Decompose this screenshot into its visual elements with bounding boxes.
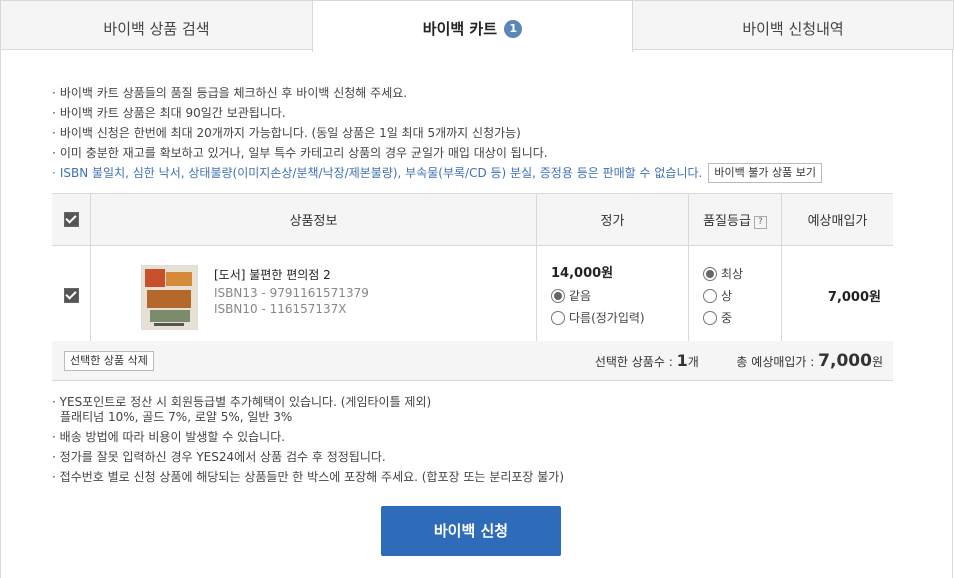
grade-option-fair[interactable]: 중 [703, 307, 780, 329]
panel-border-left [0, 50, 1, 578]
total-estimate-value: 7,000 [818, 351, 872, 371]
product-info-cell: [도서] 불편한 편의점 2 ISBN13 - 9791161571379 IS… [90, 245, 537, 346]
tab-label: 바이백 상품 검색 [103, 20, 210, 38]
notice-item: · 이미 충분한 재고를 확보하고 있거나, 일부 특수 카테고리 상품의 경우 … [52, 146, 548, 160]
radio-icon[interactable] [703, 289, 717, 303]
tab-buyback-cart[interactable]: 바이백 카트 1 [312, 0, 633, 52]
header-price: 정가 [536, 193, 689, 246]
header-checkbox-cell [52, 193, 91, 246]
header-estimate: 예상매입가 [781, 193, 893, 246]
price-option-different[interactable]: 다름(정가입력) [551, 307, 687, 329]
selected-count-label: 선택한 상품수 : [594, 355, 673, 369]
note-item: · 접수번호 별로 신청 상품에 해당되는 상품들만 한 박스에 포장해 주세요… [52, 470, 565, 484]
product-details: [도서] 불편한 편의점 2 ISBN13 - 9791161571379 IS… [214, 265, 369, 317]
radio-icon[interactable] [551, 289, 565, 303]
cart-table: 상품정보 정가 품질등급? 예상매입가 [도서] 불편한 편의점 2 ISBN1… [52, 193, 893, 346]
summary-totals: 선택한 상품수 : 1개 총 예상매입가 : 7,000원 [595, 341, 883, 380]
tab-label: 바이백 카트 [422, 20, 497, 38]
grade-option-best[interactable]: 최상 [703, 263, 780, 285]
grade-cell: 최상 상 중 [688, 245, 782, 346]
row-select-checkbox[interactable] [63, 288, 79, 303]
book-cover-image[interactable] [141, 265, 198, 330]
cart-count-badge: 1 [504, 20, 523, 38]
total-estimate-label: 총 예상매입가 : [736, 355, 815, 369]
radio-icon[interactable] [703, 311, 717, 325]
price-option-same[interactable]: 같음 [551, 285, 687, 307]
selected-count-unit: 개 [687, 355, 699, 369]
view-ineligible-products-button[interactable]: 바이백 불가 상품 보기 [708, 163, 822, 183]
row-checkbox-cell [52, 245, 91, 346]
panel-border-right [952, 50, 953, 578]
buyback-submit-button[interactable]: 바이백 신청 [381, 506, 561, 556]
tab-bar: 바이백 상품 검색 바이백 카트 1 바이백 신청내역 [0, 0, 954, 52]
isbn10: ISBN10 - 116157137X [214, 302, 347, 316]
price-cell: 14,000원 같음 다름(정가입력) [536, 245, 689, 346]
total-estimate-unit: 원 [871, 355, 883, 369]
tab-buyback-history[interactable]: 바이백 신청내역 [632, 0, 954, 50]
radio-icon[interactable] [551, 311, 565, 325]
selected-count-value: 1 [676, 351, 688, 370]
table-header: 상품정보 정가 품질등급? 예상매입가 [52, 193, 893, 246]
select-all-checkbox[interactable] [63, 212, 79, 227]
table-row: [도서] 불편한 편의점 2 ISBN13 - 9791161571379 IS… [52, 245, 893, 346]
header-info: 상품정보 [90, 193, 537, 246]
estimated-price: 7,000원 [827, 290, 881, 305]
grade-help-icon[interactable]: ? [753, 216, 767, 229]
header-grade-cell: 품질등급? [688, 193, 782, 246]
tab-label: 바이백 신청내역 [742, 20, 844, 38]
grade-option-good[interactable]: 상 [703, 285, 780, 307]
list-price: 14,000원 [551, 265, 614, 281]
product-title[interactable]: [도서] 불편한 편의점 2 [214, 265, 369, 285]
note-item: · 배송 방법에 따라 비용이 발생할 수 있습니다. [52, 430, 286, 444]
notice-item-warning: · ISBN 불일치, 심한 낙서, 상태불량(이미지손상/분책/낙장/제본불량)… [52, 163, 822, 183]
note-item: · 정가를 잘못 입력하신 경우 YES24에서 상품 검수 후 정정됩니다. [52, 450, 386, 464]
note-list: · YES포인트로 정산 시 회원등급별 추가혜택이 있습니다. (게임타이틀 … [52, 392, 564, 487]
notice-item: · 바이백 카트 상품은 최대 90일간 보관됩니다. [52, 106, 286, 120]
delete-selected-button[interactable]: 선택한 상품 삭제 [64, 351, 154, 371]
notice-item: · 바이백 카트 상품들의 품질 등급을 체크하신 후 바이백 신청해 주세요. [52, 86, 408, 100]
tab-buyback-search[interactable]: 바이백 상품 검색 [0, 0, 313, 50]
radio-icon[interactable] [703, 267, 717, 281]
isbn13: ISBN13 - 9791161571379 [214, 286, 369, 300]
notice-item: · 바이백 신청은 한번에 최대 20개까지 가능합니다. (동일 상품은 1일 … [52, 126, 521, 140]
cart-summary: 선택한 상품 삭제 선택한 상품수 : 1개 총 예상매입가 : 7,000원 [52, 341, 893, 381]
estimate-cell: 7,000원 [781, 245, 893, 346]
header-grade: 품질등급 [703, 214, 751, 229]
notice-list: · 바이백 카트 상품들의 품질 등급을 체크하신 후 바이백 신청해 주세요. … [52, 83, 822, 183]
